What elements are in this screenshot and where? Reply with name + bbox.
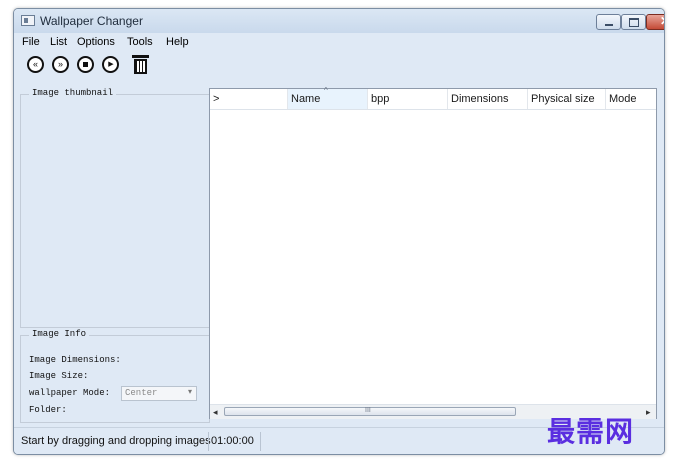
- window-title: Wallpaper Changer: [40, 14, 143, 28]
- column-header-name[interactable]: Name ^: [288, 86, 368, 109]
- menu-tools[interactable]: Tools: [127, 36, 153, 48]
- watermark-logo: 最需网: [547, 415, 635, 448]
- play-button[interactable]: ▶: [102, 56, 119, 73]
- column-header-bpp[interactable]: bpp: [368, 89, 448, 109]
- image-info-title: Image Info: [29, 329, 90, 339]
- menu-options[interactable]: Options: [77, 36, 115, 48]
- scroll-left-icon[interactable]: ◂: [213, 407, 218, 418]
- close-icon: ✕: [647, 14, 664, 28]
- image-info-group: Image Info Image Dimensions: Image Size:…: [20, 329, 210, 423]
- fast-forward-icon: »: [57, 59, 63, 69]
- previous-button[interactable]: «: [27, 56, 44, 73]
- menu-list[interactable]: List: [50, 36, 67, 48]
- close-button[interactable]: ✕: [646, 14, 664, 30]
- column-header-physical-size[interactable]: Physical size: [528, 89, 606, 109]
- wallpaper-mode-select[interactable]: Center ▾: [121, 386, 197, 401]
- status-timer: 01:00:00: [211, 435, 254, 447]
- trash-icon: [132, 55, 149, 58]
- menu-help[interactable]: Help: [166, 36, 189, 48]
- sort-ascending-icon: ^: [324, 86, 328, 95]
- scroll-right-icon[interactable]: ▸: [646, 407, 651, 418]
- app-window: Wallpaper Changer ✕ File List Options To…: [13, 8, 665, 455]
- folder-label: Folder:: [29, 405, 67, 415]
- app-icon: [21, 15, 35, 26]
- wallpaper-mode-value: Center: [125, 388, 158, 398]
- rewind-icon: «: [32, 59, 38, 69]
- maximize-button[interactable]: [621, 14, 646, 30]
- image-size-label: Image Size:: [29, 371, 89, 381]
- thumbnail-title: Image thumbnail: [29, 88, 117, 98]
- status-message: Start by dragging and dropping images: [21, 435, 211, 447]
- grip-icon: III: [365, 407, 371, 414]
- toolbar: « » ▶: [14, 52, 664, 78]
- menu-file[interactable]: File: [22, 36, 40, 48]
- stop-icon: [83, 62, 88, 67]
- next-button[interactable]: »: [52, 56, 69, 73]
- delete-button[interactable]: [132, 55, 149, 74]
- image-list[interactable]: > Name ^ bpp Dimensions Physical size Mo…: [209, 86, 657, 419]
- column-header-indicator[interactable]: >: [210, 89, 288, 109]
- chevron-down-icon: ▾: [187, 387, 192, 396]
- list-header: > Name ^ bpp Dimensions Physical size Mo…: [210, 86, 656, 110]
- menu-bar: File List Options Tools Help: [14, 35, 664, 51]
- left-panel: Image thumbnail Image Info Image Dimensi…: [20, 86, 210, 424]
- thumbnail-group: Image thumbnail: [20, 88, 210, 328]
- wallpaper-mode-label: wallpaper Mode:: [29, 388, 111, 398]
- column-header-mode[interactable]: Mode: [606, 89, 656, 109]
- stop-button[interactable]: [77, 56, 94, 73]
- scroll-thumb[interactable]: III: [224, 407, 516, 416]
- play-icon: ▶: [108, 61, 114, 68]
- image-dimensions-label: Image Dimensions:: [29, 355, 121, 365]
- column-header-dimensions[interactable]: Dimensions: [448, 89, 528, 109]
- minimize-button[interactable]: [596, 14, 621, 30]
- title-bar: Wallpaper Changer ✕: [14, 9, 664, 33]
